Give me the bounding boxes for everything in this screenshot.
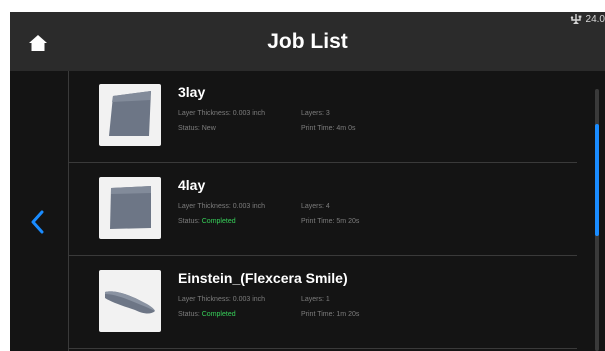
job-item[interactable]: Einstein_(Flexcera Smile) Layer Thicknes…	[69, 256, 577, 349]
job-thumbnail	[99, 84, 161, 146]
job-print-time: Print Time: 4m 0s	[301, 125, 355, 132]
job-layers: Layers: 3	[301, 110, 330, 117]
status-value: New	[201, 125, 216, 132]
job-thumbnail	[99, 177, 161, 239]
layer-thickness-label: Layer Thickness:	[178, 296, 231, 303]
layer-thickness-value: 0.003 inch	[232, 296, 266, 303]
scrollbar-thumb[interactable]	[595, 124, 599, 236]
job-thumbnail	[99, 270, 161, 332]
job-layer-thickness: Layer Thickness: 0.003 inch	[178, 110, 265, 117]
job-list[interactable]: 3lay Layer Thickness: 0.003 inch Layers:…	[69, 71, 577, 351]
job-status: Status: Completed	[178, 218, 236, 225]
job-name: 3lay	[178, 84, 206, 100]
scrollbar-track[interactable]	[595, 89, 599, 351]
job-print-time: Print Time: 5m 20s	[301, 218, 359, 225]
layers-label: Layers:	[301, 203, 324, 210]
usb-icon	[570, 14, 582, 24]
status-value: Completed	[201, 311, 236, 318]
app-header: Job List	[10, 12, 605, 71]
print-time-label: Print Time:	[301, 218, 335, 225]
job-layer-thickness: Layer Thickness: 0.003 inch	[178, 203, 265, 210]
layers-label: Layers:	[301, 110, 324, 117]
job-list-area: 3lay Layer Thickness: 0.003 inch Layers:…	[10, 71, 605, 351]
print-time-value: 5m 20s	[336, 218, 360, 225]
layer-thickness-value: 0.003 inch	[232, 203, 266, 210]
layer-thickness-label: Layer Thickness:	[178, 110, 231, 117]
status-label: Status:	[178, 218, 200, 225]
status-label: Status:	[178, 311, 200, 318]
layers-value: 4	[325, 203, 330, 210]
layers-value: 1	[325, 296, 330, 303]
job-status: Status: Completed	[178, 311, 236, 318]
layers-value: 3	[325, 110, 330, 117]
job-layer-thickness: Layer Thickness: 0.003 inch	[178, 296, 265, 303]
status-value: Completed	[201, 218, 236, 225]
job-status: Status: New	[178, 125, 216, 132]
status-label: Status:	[178, 125, 200, 132]
print-time-value: 1m 20s	[336, 311, 360, 318]
layer-thickness-label: Layer Thickness:	[178, 203, 231, 210]
job-name: 4lay	[178, 177, 206, 193]
print-time-label: Print Time:	[301, 311, 335, 318]
screen: Job List 24.0 3lay Layer Thickness: 0.00…	[10, 12, 605, 351]
status-value: 24.0	[585, 13, 605, 25]
job-layers: Layers: 4	[301, 203, 330, 210]
print-time-value: 4m 0s	[336, 125, 356, 132]
status-bar: 24.0	[570, 12, 605, 26]
chevron-left-icon	[30, 210, 44, 239]
job-item[interactable]: 3lay Layer Thickness: 0.003 inch Layers:…	[69, 70, 577, 163]
page-title: Job List	[267, 30, 348, 53]
layers-label: Layers:	[301, 296, 324, 303]
back-button[interactable]	[26, 209, 48, 239]
job-layers: Layers: 1	[301, 296, 330, 303]
job-item[interactable]: 4lay Layer Thickness: 0.003 inch Layers:…	[69, 163, 577, 256]
print-time-label: Print Time:	[301, 125, 335, 132]
job-print-time: Print Time: 1m 20s	[301, 311, 359, 318]
job-name: Einstein_(Flexcera Smile)	[178, 270, 348, 286]
left-nav-panel	[10, 71, 69, 351]
layer-thickness-value: 0.003 inch	[232, 110, 266, 117]
